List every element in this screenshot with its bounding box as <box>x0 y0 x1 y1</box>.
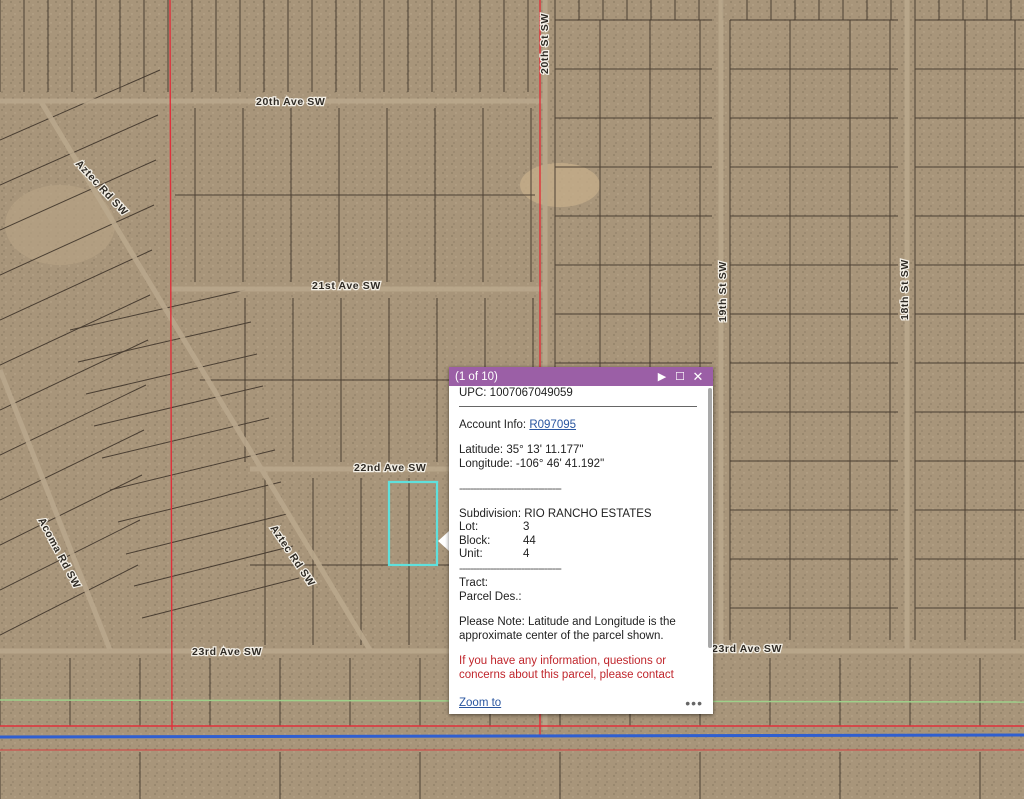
unit-label: Unit: <box>459 548 483 560</box>
unit-row: Unit: 4 <box>459 548 697 562</box>
popup-scrollbar[interactable] <box>708 388 712 648</box>
popup-header: (1 of 10) ▶ ☐ ✕ <box>449 367 713 386</box>
account-label: Account Info: <box>459 419 530 431</box>
unit-value: 4 <box>523 548 530 560</box>
account-info: Account Info: R097095 <box>459 418 697 432</box>
popup-body[interactable]: UPC: 1007067049059 Account Info: R097095… <box>449 386 707 692</box>
road-label-22nd-ave: 22nd Ave SW <box>354 462 426 474</box>
road-label-23rd-ave-left: 23rd Ave SW <box>192 646 262 658</box>
road-label-20th-ave: 20th Ave SW <box>256 96 325 108</box>
contact-text: If you have any information, questions o… <box>459 654 674 681</box>
parcel-des-label: Parcel Des.: <box>459 590 522 603</box>
road-label-21st-ave: 21st Ave SW <box>312 280 381 292</box>
parcel-popup: (1 of 10) ▶ ☐ ✕ UPC: 1007067049059 Accou… <box>449 367 713 714</box>
lot-label: Lot: <box>459 521 479 533</box>
popup-footer: Zoom to ••• <box>449 692 713 714</box>
popup-pointer <box>438 531 449 551</box>
road-label-18th-st: 18th St SW <box>899 259 911 320</box>
block-label: Block: <box>459 534 491 547</box>
block-row: Block: 44 <box>459 535 697 549</box>
blue-line <box>0 733 1024 739</box>
longitude-text: Longitude: -106° 46' 41.192" <box>459 458 605 470</box>
more-options-icon[interactable]: ••• <box>685 695 703 711</box>
divider-1: ------------------------------------ <box>459 483 562 495</box>
road-label-19th-st: 19th St SW <box>717 261 729 322</box>
road-label-23rd-ave-right: 23rd Ave SW <box>712 643 782 655</box>
next-icon[interactable]: ▶ <box>653 370 671 383</box>
upc-text: UPC: 1007067049059 <box>459 386 697 407</box>
zoom-to-link[interactable]: Zoom to <box>459 697 685 709</box>
note-text: Please Note: Latitude and Longitude is t… <box>459 615 676 642</box>
divider-2: ------------------------------------ <box>459 562 562 575</box>
tract-label: Tract: <box>459 576 488 589</box>
latitude-text: Latitude: 35° 13' 11.177" <box>459 444 584 456</box>
subdivision-text: Subdivision: RIO RANCHO ESTATES <box>459 508 652 520</box>
road-label-20th-st: 20th St SW <box>539 13 551 74</box>
lot-row: Lot: 3 <box>459 521 697 535</box>
light-patch <box>520 163 600 207</box>
account-link[interactable]: R097095 <box>529 419 576 431</box>
popup-counter: (1 of 10) <box>455 370 498 383</box>
block-value: 44 <box>523 534 536 547</box>
close-icon[interactable]: ✕ <box>689 369 707 385</box>
lot-value: 3 <box>523 521 530 533</box>
maximize-icon[interactable]: ☐ <box>671 370 689 383</box>
